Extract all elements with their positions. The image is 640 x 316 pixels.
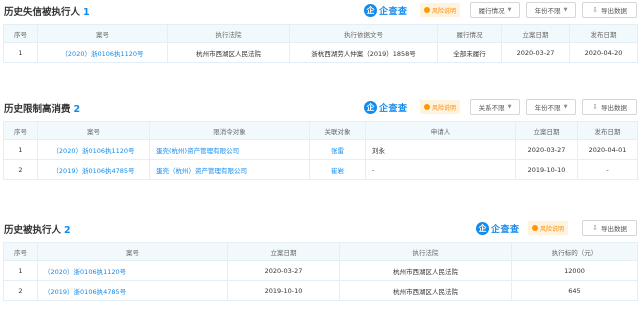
section-header: 历史失信被执行人 1 企 企查查 风险说明 履行情况 ▼ 年份不限 ▼ ⇩ 导出数据 (0, 0, 640, 22)
case-number-link[interactable]: （2020）浙0106执1120号 (37, 260, 228, 281)
caret-down-icon: ▼ (563, 104, 568, 110)
qcc-brand-name: 企查查 (379, 103, 408, 114)
caret-down-icon: ▼ (563, 7, 568, 13)
filter-year-dropdown[interactable]: 年份不限 ▼ (526, 99, 576, 115)
case-number-link[interactable]: （2019）浙0106执4785号 (37, 159, 150, 180)
section-consumption-limit: 历史限制高消费 2 企 企查查 风险说明 关系不限 ▼ 年份不限 ▼ ⇩ 导出数据 序号… (0, 97, 640, 180)
table-row: 1 （2020）浙0106执1120号 蛋壳(杭州)资产管理有限公司 张雷 刘永… (3, 139, 638, 160)
qcc-logo-icon: 企 (364, 100, 377, 114)
table-row: 1 （2020）浙0106执1120号 杭州市西湖区人民法院 浙杭西湖劳人仲案（… (3, 42, 638, 63)
caret-down-icon: ▼ (507, 104, 512, 110)
table-header-row: 序号 案号 执行法院 执行依据文号 履行情况 立案日期 发布日期 (3, 24, 638, 43)
caret-down-icon: ▼ (507, 7, 512, 13)
table-header-row: 序号 案号 限消令对象 关联对象 申请人 立案日期 发布日期 (3, 121, 638, 140)
executed-person-table: 序号 案号 立案日期 执行法院 执行标的（元） 1 （2020）浙0106执1120号 … (3, 242, 638, 301)
dishonest-table: 序号 案号 执行法院 执行依据文号 履行情况 立案日期 发布日期 1 （2020）浙0106… (3, 24, 638, 63)
export-icon: ⇩ (592, 103, 598, 111)
risk-dot-icon (532, 225, 538, 231)
consumption-limit-table: 序号 案号 限消令对象 关联对象 申请人 立案日期 发布日期 1 （2020）浙0106执1… (3, 121, 638, 180)
section-header: 历史限制高消费 2 企 企查查 风险说明 关系不限 ▼ 年份不限 ▼ ⇩ 导出数据 (0, 97, 640, 119)
risk-note-button[interactable]: 风险说明 (528, 221, 569, 235)
risk-dot-icon (424, 104, 430, 110)
qcc-brand: 企 企查查 (364, 99, 408, 115)
qcc-brand: 企 企查查 (364, 2, 408, 18)
filter-year-dropdown[interactable]: 年份不限 ▼ (526, 2, 576, 18)
company-link[interactable]: 蛋壳（杭州）资产管理有限公司 (149, 159, 310, 180)
qcc-logo-icon: 企 (476, 221, 489, 235)
table-row: 2 （2019）浙0106执4785号 2019-10-10 杭州市西湖区人民法… (3, 280, 638, 301)
export-button[interactable]: ⇩ 导出数据 (582, 99, 637, 115)
table-row: 1 （2020）浙0106执1120号 2020-03-27 杭州市西湖区人民法… (3, 260, 638, 281)
section-executed-person: 历史被执行人 2 企 企查查 风险说明 ⇩ 导出数据 序号 案号 立案日期 执行法院 执行标… (0, 218, 640, 301)
person-link[interactable]: 崔岩 (309, 159, 366, 180)
case-number-link[interactable]: （2019）浙0106执4785号 (37, 280, 228, 301)
filter-relation-dropdown[interactable]: 关系不限 ▼ (470, 99, 520, 115)
section-count: 2 (64, 225, 71, 236)
export-icon: ⇩ (592, 224, 598, 232)
section-dishonest: 历史失信被执行人 1 企 企查查 风险说明 履行情况 ▼ 年份不限 ▼ ⇩ 导出数据 序… (0, 0, 640, 63)
section-header: 历史被执行人 2 企 企查查 风险说明 ⇩ 导出数据 (0, 218, 640, 240)
table-header-row: 序号 案号 立案日期 执行法院 执行标的（元） (3, 242, 638, 261)
risk-note-button[interactable]: 风险说明 (420, 100, 461, 114)
qcc-logo-icon: 企 (364, 3, 377, 17)
qcc-brand-name: 企查查 (491, 224, 520, 235)
qcc-brand-name: 企查查 (379, 6, 408, 17)
section-count: 1 (83, 7, 90, 18)
section-title: 历史失信被执行人 1 (4, 7, 90, 18)
case-number-link[interactable]: （2020）浙0106执1120号 (37, 139, 150, 160)
filter-performance-dropdown[interactable]: 履行情况 ▼ (470, 2, 520, 18)
export-button[interactable]: ⇩ 导出数据 (582, 2, 637, 18)
risk-dot-icon (424, 7, 430, 13)
risk-note-button[interactable]: 风险说明 (420, 3, 461, 17)
section-count: 2 (73, 104, 81, 115)
person-link[interactable]: 张雷 (309, 139, 366, 160)
export-button[interactable]: ⇩ 导出数据 (582, 220, 637, 236)
company-link[interactable]: 蛋壳(杭州)资产管理有限公司 (149, 139, 310, 160)
section-title: 历史被执行人 2 (4, 225, 71, 236)
table-row: 2 （2019）浙0106执4785号 蛋壳（杭州）资产管理有限公司 崔岩 - … (3, 159, 638, 180)
section-title: 历史限制高消费 2 (4, 104, 81, 115)
qcc-brand: 企 企查查 (476, 220, 520, 236)
export-icon: ⇩ (592, 6, 598, 14)
case-number-link[interactable]: （2020）浙0106执1120号 (37, 42, 168, 63)
